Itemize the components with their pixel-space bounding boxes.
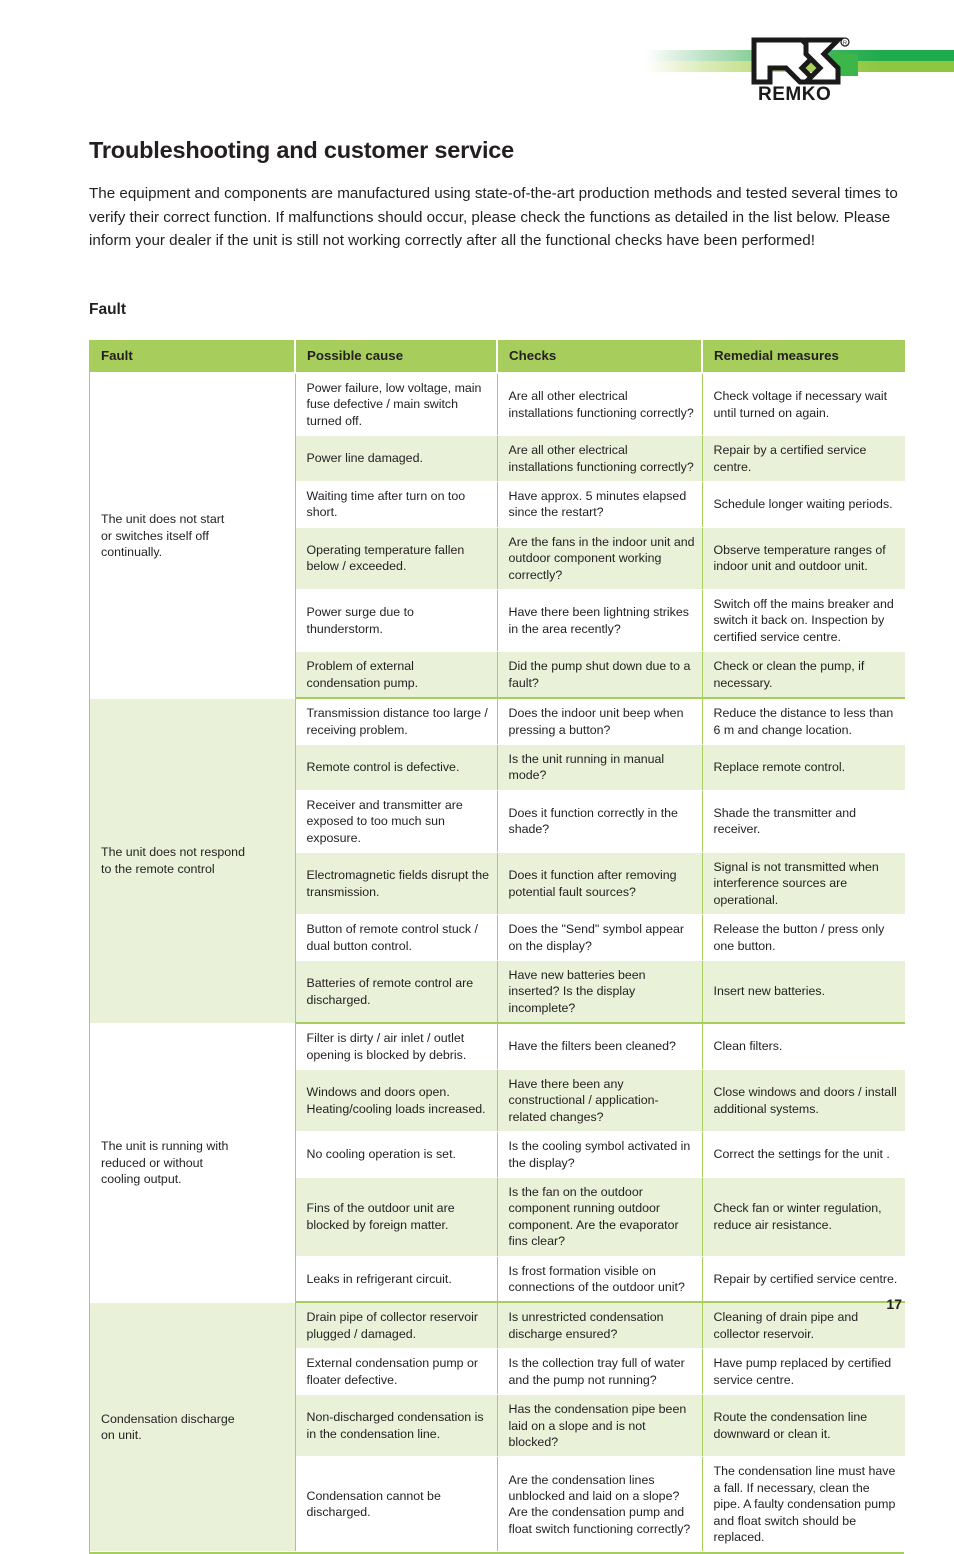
fault-table-container: Fault Possible cause Checks Remedial mea… <box>89 340 905 1554</box>
cell-checks: Does it function after removing potentia… <box>497 852 703 916</box>
cell-checks: Are the condensation lines unblocked and… <box>497 1456 703 1553</box>
cell-remedial-measures: Shade the transmitter and receiver. <box>702 790 905 853</box>
cell-remedial-measures: Check fan or winter regulation, reduce a… <box>702 1177 905 1257</box>
fault-table: Fault Possible cause Checks Remedial mea… <box>90 340 905 1553</box>
remko-logo-mark: R REMKO <box>751 37 858 102</box>
column-header-checks: Checks <box>497 340 703 374</box>
table-header: Fault Possible cause Checks Remedial mea… <box>90 340 905 374</box>
cell-remedial-measures: Signal is not transmitted when interfere… <box>702 852 905 916</box>
cell-possible-cause: Batteries of remote control are discharg… <box>295 960 498 1025</box>
table-row: The unit is running with reduced or witho… <box>90 1023 905 1303</box>
cell-checks: Have the filters been cleaned? <box>497 1023 703 1071</box>
section-title-fault: Fault <box>89 301 127 318</box>
cell-remedial-measures: Correct the settings for the unit . <box>702 1131 905 1179</box>
cell-checks: Have there been lightning strikes in the… <box>497 589 703 653</box>
cell-checks: Is unrestricted condensation discharge e… <box>497 1302 703 1350</box>
page-title: Troubleshooting and customer service <box>89 137 515 163</box>
table-row: Condensation discharge on unit. Drain pipe… <box>90 1302 905 1553</box>
column-header-remedial-measures: Remedial measures <box>702 340 905 374</box>
cell-checks: Is the cooling symbol activated in the d… <box>497 1131 703 1179</box>
cell-checks: Does the indoor unit beep when pressing … <box>497 698 703 745</box>
cell-remedial-measures: Check or clean the pump, if necessary. <box>702 651 905 700</box>
cell-remedial-measures: Repair by a certified service centre. <box>702 435 905 483</box>
cell-possible-cause: Fins of the outdoor unit are blocked by … <box>295 1177 498 1257</box>
cell-possible-cause: Button of remote control stuck / dual bu… <box>295 914 498 961</box>
cell-possible-cause: Windows and doors open. Heating/cooling … <box>295 1069 498 1133</box>
cell-possible-cause: Filter is dirty / air inlet / outlet ope… <box>295 1023 498 1071</box>
fault-group-label: Condensation discharge on unit. <box>90 1302 296 1553</box>
cell-checks: Is frost formation visible on connection… <box>497 1256 703 1304</box>
cell-possible-cause: Electromagnetic fields disrupt the trans… <box>295 852 498 916</box>
cell-checks: Have there been any constructional / app… <box>497 1069 703 1133</box>
cell-checks: Are the fans in the indoor unit and outd… <box>497 527 703 591</box>
cell-possible-cause: Problem of external condensation pump. <box>295 651 498 700</box>
cell-possible-cause: Remote control is defective. <box>295 744 498 791</box>
cell-possible-cause: No cooling operation is set. <box>295 1131 498 1179</box>
cell-remedial-measures: Close windows and doors / install additi… <box>702 1069 905 1133</box>
cell-remedial-measures: Observe temperature ranges of indoor uni… <box>702 527 905 591</box>
cell-possible-cause: Waiting time after turn on too short. <box>295 481 498 528</box>
table-body: The unit does not start or switches itsel… <box>90 373 905 1553</box>
cell-checks: Does the "Send" symbol appear on the dis… <box>497 914 703 961</box>
cell-remedial-measures: Replace remote control. <box>702 744 905 791</box>
table-row: The unit does not respond to the remote c… <box>90 698 905 1024</box>
remko-wordmark: REMKO <box>758 84 831 102</box>
cell-remedial-measures: Have pump replaced by certified service … <box>702 1348 905 1396</box>
cell-remedial-measures: Release the button / press only one butt… <box>702 914 905 961</box>
page-number: 17 <box>886 1296 902 1312</box>
cell-possible-cause: Power line damaged. <box>295 435 498 483</box>
cell-remedial-measures: Insert new batteries. <box>702 960 905 1025</box>
cell-possible-cause: Transmission distance too large / receiv… <box>295 698 498 745</box>
column-header-possible-cause: Possible cause <box>295 340 498 374</box>
cell-remedial-measures: Check voltage if necessary wait until tu… <box>702 373 905 437</box>
cell-possible-cause: Power failure, low voltage, main fuse de… <box>295 373 498 437</box>
fault-group-label: The unit does not respond to the remote c… <box>90 698 296 1024</box>
cell-remedial-measures: Route the condensation line downward or … <box>702 1394 905 1458</box>
cell-possible-cause: Operating temperature fallen below / exc… <box>295 527 498 591</box>
fault-group-label: The unit does not start or switches itsel… <box>90 373 296 699</box>
cell-remedial-measures: Clean filters. <box>702 1023 905 1071</box>
cell-remedial-measures: Repair by certified service centre. <box>702 1256 905 1304</box>
cell-possible-cause: External condensation pump or floater de… <box>295 1348 498 1396</box>
page-header: R REMKO <box>0 0 954 118</box>
cell-remedial-measures: Cleaning of drain pipe and collector res… <box>702 1302 905 1350</box>
cell-possible-cause: Leaks in refrigerant circuit. <box>295 1256 498 1304</box>
cell-possible-cause: Power surge due to thunderstorm. <box>295 589 498 653</box>
remko-logo: R REMKO <box>750 34 862 102</box>
cell-remedial-measures: Reduce the distance to less than 6 m and… <box>702 698 905 745</box>
intro-paragraph: The equipment and components are manufac… <box>89 185 898 249</box>
cell-possible-cause: Receiver and transmitter are exposed to … <box>295 790 498 853</box>
cell-possible-cause: Non-discharged condensation is in the co… <box>295 1394 498 1458</box>
fault-group-label: The unit is running with reduced or witho… <box>90 1023 296 1303</box>
cell-checks: Are all other electrical installations f… <box>497 373 703 437</box>
cell-remedial-measures: The condensation line must have a fall. … <box>702 1456 905 1553</box>
cell-checks: Have approx. 5 minutes elapsed since the… <box>497 481 703 528</box>
cell-checks: Is the collection tray full of water and… <box>497 1348 703 1396</box>
table-row: The unit does not start or switches itsel… <box>90 373 905 699</box>
cell-checks: Did the pump shut down due to a fault? <box>497 651 703 700</box>
cell-checks: Does it function correctly in the shade? <box>497 790 703 853</box>
cell-checks: Have new batteries been inserted? Is the… <box>497 960 703 1025</box>
cell-checks: Is the fan on the outdoor component runn… <box>497 1177 703 1257</box>
table-header-row: Fault Possible cause Checks Remedial mea… <box>90 340 905 374</box>
svg-text:R: R <box>843 41 847 47</box>
cell-possible-cause: Condensation cannot be discharged. <box>295 1456 498 1553</box>
cell-remedial-measures: Schedule longer waiting periods. <box>702 481 905 528</box>
column-header-fault: Fault <box>90 340 296 374</box>
cell-possible-cause: Drain pipe of collector reservoir plugge… <box>295 1302 498 1350</box>
cell-checks: Has the condensation pipe been laid on a… <box>497 1394 703 1458</box>
cell-checks: Is the unit running in manual mode? <box>497 744 703 791</box>
cell-remedial-measures: Switch off the mains breaker and switch … <box>702 589 905 653</box>
cell-checks: Are all other electrical installations f… <box>497 435 703 483</box>
